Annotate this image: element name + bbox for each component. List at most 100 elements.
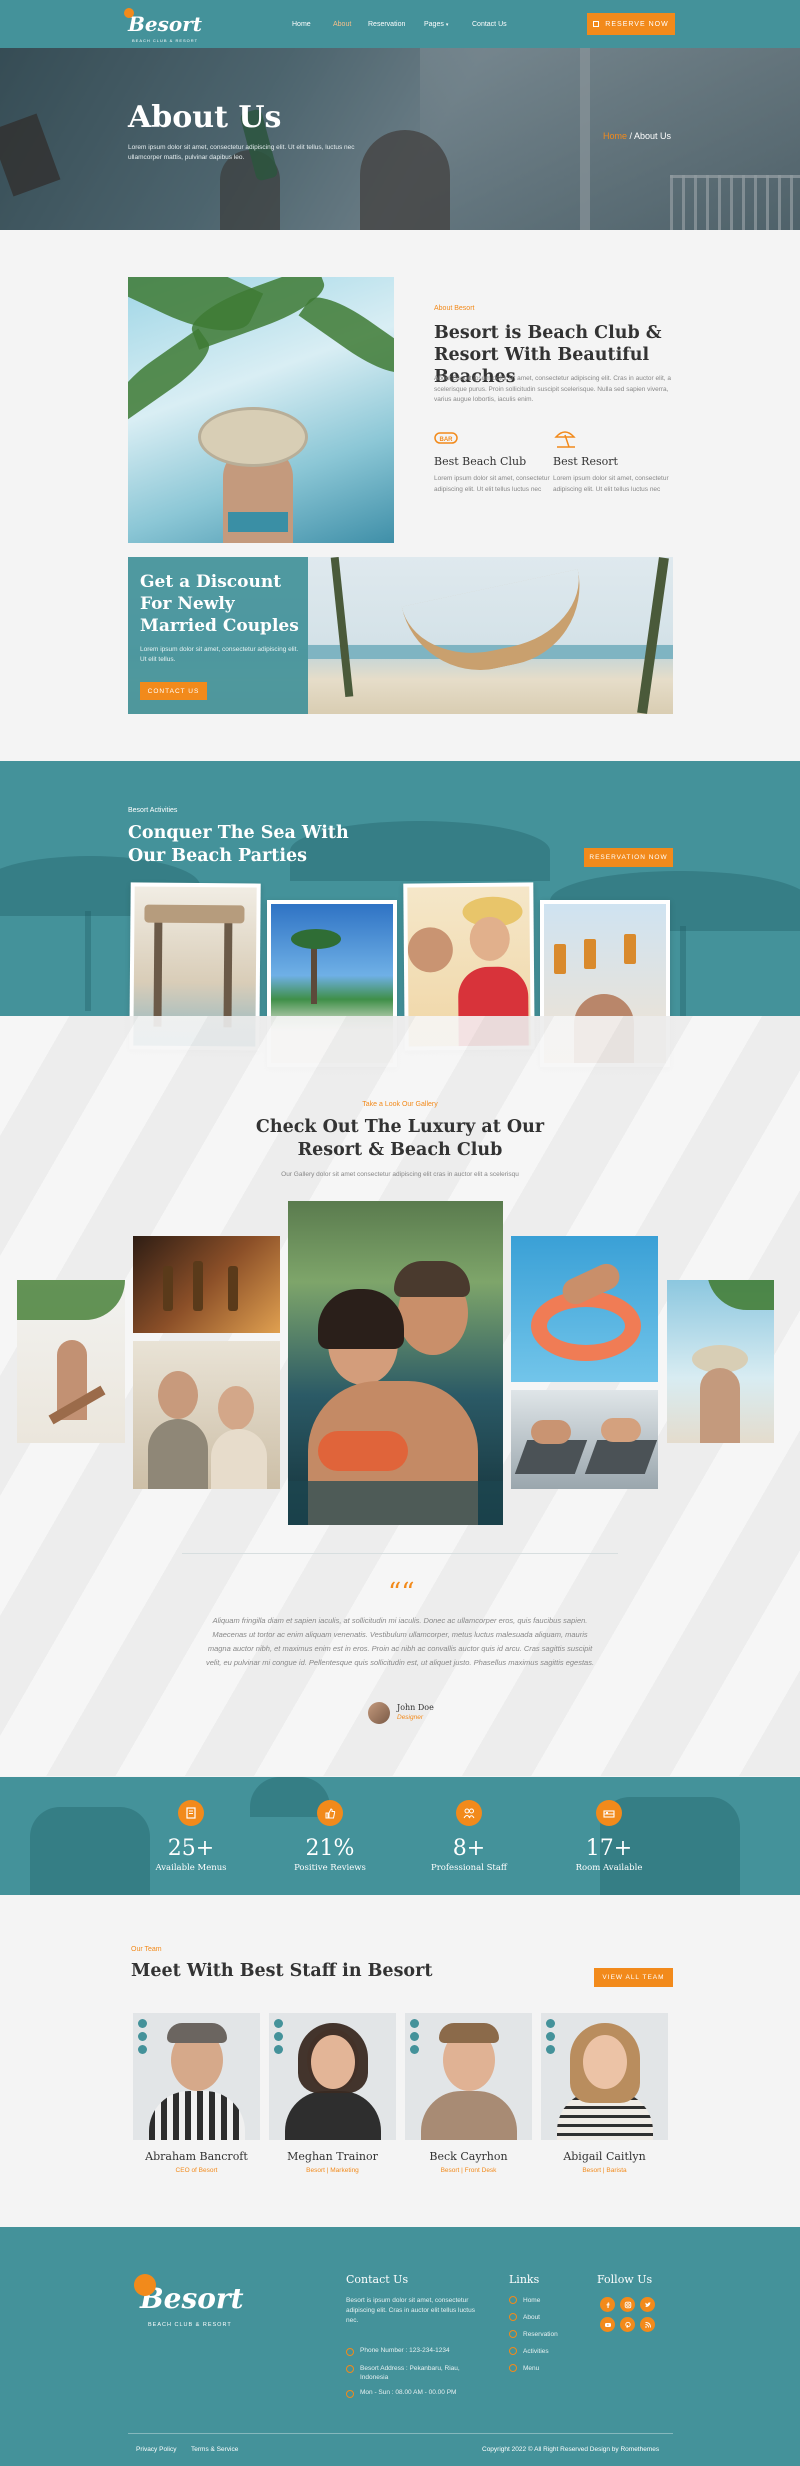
- nav-pages[interactable]: Pages ▾: [424, 21, 448, 28]
- bullet-icon: [509, 2330, 517, 2338]
- footer-link[interactable]: About: [509, 2313, 540, 2321]
- nav-pages-label: Pages: [424, 21, 444, 28]
- stats-section: [0, 1777, 800, 1895]
- footer-link-label: Reservation: [523, 2330, 558, 2338]
- twitter-icon[interactable]: [410, 2032, 419, 2041]
- pinterest-icon[interactable]: [620, 2317, 635, 2332]
- footer-hours: Mon - Sun : 08.00 AM - 00.00 PM: [346, 2389, 456, 2398]
- privacy-policy-link[interactable]: Privacy Policy: [136, 2446, 176, 2453]
- youtube-icon[interactable]: [600, 2317, 615, 2332]
- member-name: Meghan Trainor: [287, 2150, 378, 2163]
- facebook-icon[interactable]: [138, 2019, 147, 2028]
- hammock-image: [401, 569, 595, 685]
- feature-text: Lorem ipsum dolor sit amet, consectetur …: [553, 475, 669, 493]
- gallery-photo-featured[interactable]: [288, 1201, 503, 1525]
- twitter-icon[interactable]: [640, 2297, 655, 2312]
- footer-follow-title: Follow Us: [597, 2273, 653, 2286]
- stat-professional-staff: 8+ Professional Staff: [409, 1800, 529, 1873]
- twitter-icon[interactable]: [274, 2032, 283, 2041]
- footer-link[interactable]: Reservation: [509, 2330, 558, 2338]
- about-tag: About Besort: [434, 305, 475, 312]
- team-title: Meet With Best Staff in Besort: [131, 1961, 433, 1981]
- breadcrumb-separator: /: [627, 131, 635, 141]
- bullet-icon: [509, 2313, 517, 2321]
- member-socials: [546, 2019, 555, 2054]
- svg-text:BAR: BAR: [440, 437, 454, 443]
- facebook-icon[interactable]: [600, 2297, 615, 2312]
- logo[interactable]: Besort BEACH CLUB & RESORT: [124, 8, 202, 43]
- instagram-icon[interactable]: [620, 2297, 635, 2312]
- feature-best-resort: Best Resort Lorem ipsum dolor sit amet, …: [553, 427, 673, 495]
- discount-banner: Get a Discount For Newly Married Couples…: [128, 557, 673, 714]
- team-member-card: Meghan Trainor Besort | Marketing: [269, 2013, 396, 2174]
- nav-reservation[interactable]: Reservation: [368, 21, 405, 28]
- discount-panel: Get a Discount For Newly Married Couples…: [128, 557, 308, 714]
- stat-label: Professional Staff: [431, 1863, 507, 1873]
- footer-link[interactable]: Activities: [509, 2347, 549, 2355]
- gallery-subtitle: Our Gallery dolor sit amet consectetur a…: [281, 1171, 519, 1178]
- discount-text: Lorem ipsum dolor sit amet, consectetur …: [140, 646, 299, 663]
- nav-home[interactable]: Home: [292, 21, 311, 28]
- view-all-team-button[interactable]: VIEW ALL TEAM: [594, 1968, 673, 1987]
- footer-logo[interactable]: Besort BEACH CLUB & RESORT: [134, 2274, 244, 2328]
- stat-label: Positive Reviews: [294, 1863, 366, 1873]
- youtube-icon[interactable]: [138, 2045, 147, 2054]
- footer-link[interactable]: Menu: [509, 2364, 539, 2372]
- contact-us-button[interactable]: CONTACT US: [140, 682, 207, 700]
- member-role: Besort | Marketing: [306, 2167, 359, 2174]
- activities-tag: Besort Activities: [128, 807, 178, 814]
- footer-links-title: Links: [509, 2273, 540, 2286]
- breadcrumb-current: About Us: [634, 131, 672, 141]
- gallery-photo[interactable]: [133, 1236, 280, 1333]
- stat-available-menus: 25+ Available Menus: [131, 1800, 251, 1873]
- about-image: [128, 277, 394, 543]
- facebook-icon[interactable]: [546, 2019, 555, 2028]
- footer-contact-title: Contact Us: [346, 2273, 409, 2286]
- page-title: About Us: [128, 100, 282, 135]
- youtube-icon[interactable]: [410, 2045, 419, 2054]
- breadcrumb-home[interactable]: Home: [603, 131, 627, 141]
- gallery-photo[interactable]: [511, 1390, 658, 1489]
- team-tag: Our Team: [131, 1946, 162, 1953]
- footer-link[interactable]: Home: [509, 2296, 540, 2304]
- gallery-photo[interactable]: [511, 1236, 658, 1382]
- footer-logo-tagline: BEACH CLUB & RESORT: [148, 2322, 232, 2328]
- divider: [182, 1553, 618, 1554]
- member-photo: [405, 2013, 532, 2140]
- activities-section: [0, 761, 800, 1016]
- footer-link-label: Home: [523, 2296, 541, 2304]
- facebook-icon[interactable]: [274, 2019, 283, 2028]
- thumbs-up-icon: [317, 1800, 343, 1826]
- menu-book-icon: [178, 1800, 204, 1826]
- nav-contact[interactable]: Contact Us: [472, 21, 507, 28]
- twitter-icon[interactable]: [138, 2032, 147, 2041]
- footer-link-label: Menu: [523, 2364, 540, 2372]
- avatar: [368, 1702, 390, 1724]
- twitter-icon[interactable]: [546, 2032, 555, 2041]
- terms-of-service-link[interactable]: Terms & Service: [191, 2446, 238, 2453]
- facebook-icon[interactable]: [410, 2019, 419, 2028]
- testimonial-quote: Aliquam fringilla diam et sapien iaculis…: [205, 1616, 595, 1667]
- stat-label: Available Menus: [155, 1863, 227, 1873]
- gallery-photo[interactable]: [133, 1341, 280, 1489]
- member-name: Abigail Caitlyn: [563, 2150, 646, 2163]
- reservation-now-button[interactable]: RESERVATION NOW: [584, 848, 673, 867]
- member-role: Besort | Barista: [582, 2167, 627, 2174]
- team-member-card: Abraham Bancroft CEO of Besort: [133, 2013, 260, 2174]
- gallery-photo[interactable]: [667, 1280, 774, 1443]
- member-photo: [541, 2013, 668, 2140]
- gallery-photo[interactable]: [17, 1280, 125, 1443]
- reserve-now-button[interactable]: RESERVE NOW: [587, 13, 675, 35]
- nav-about[interactable]: About: [333, 21, 351, 28]
- member-photo: [133, 2013, 260, 2140]
- youtube-icon[interactable]: [274, 2045, 283, 2054]
- footer-phone: Phone Number : 123-234-1234: [346, 2347, 450, 2356]
- rss-icon[interactable]: [640, 2317, 655, 2332]
- member-photo: [269, 2013, 396, 2140]
- member-role: Besort | Front Desk: [440, 2167, 497, 2174]
- chevron-down-icon: ▾: [445, 22, 449, 28]
- testimonial-name: John Doe: [397, 1703, 434, 1712]
- bar-sign-icon: BAR: [434, 427, 458, 449]
- youtube-icon[interactable]: [546, 2045, 555, 2054]
- stat-value: 21%: [305, 1836, 355, 1861]
